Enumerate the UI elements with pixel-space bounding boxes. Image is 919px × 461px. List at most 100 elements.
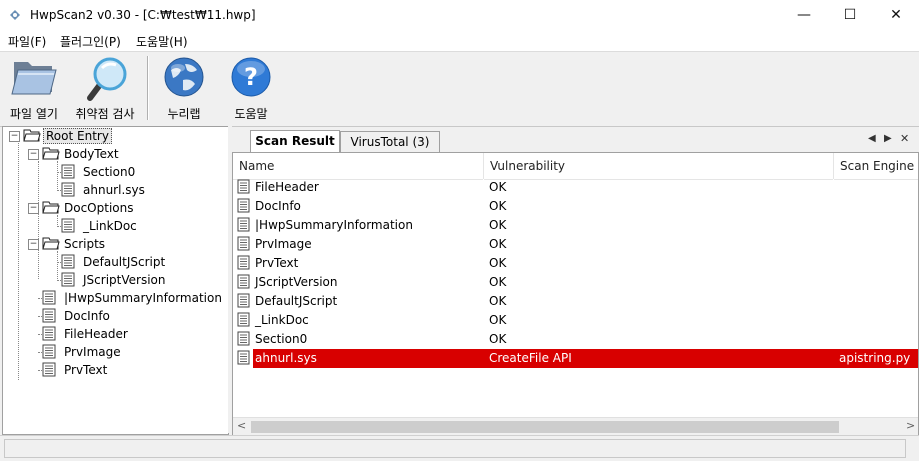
table-row[interactable]: JScriptVersion OK xyxy=(233,273,918,292)
stream-icon xyxy=(42,326,56,341)
cell-name: FileHeader xyxy=(255,180,319,194)
tree-label: PrvText xyxy=(64,363,108,377)
nurilab-button[interactable]: 누리랩 xyxy=(156,52,212,124)
tab-scan-result[interactable]: Scan Result xyxy=(250,130,340,152)
collapse-docoptions-toggle[interactable]: − xyxy=(28,203,39,214)
column-label: Scan Engine xyxy=(840,159,915,173)
menu-help[interactable]: 도움말(H) xyxy=(136,33,188,50)
stream-tree[interactable]: − − − − Root Entry BodyText Section0 ahn… xyxy=(2,126,229,435)
tab-virustotal[interactable]: VirusTotal (3) xyxy=(340,131,440,152)
tree-label: DocInfo xyxy=(64,309,110,323)
tree-label: JScriptVersion xyxy=(83,273,166,287)
cell-vulnerability: OK xyxy=(489,294,507,308)
table-row[interactable]: _LinkDoc OK xyxy=(233,311,918,330)
tab-next-icon[interactable]: ▶ xyxy=(884,133,892,144)
cell-vulnerability: OK xyxy=(489,313,507,327)
folder-icon xyxy=(42,147,60,160)
tree-label: BodyText xyxy=(64,147,119,161)
collapse-scripts-toggle[interactable]: − xyxy=(28,239,39,250)
column-header-scan-engine[interactable]: Scan Engine xyxy=(834,153,918,180)
table-row-alert[interactable]: ahnurl.sys CreateFile API apistring.py xyxy=(233,349,918,368)
tree-connector xyxy=(38,161,39,279)
table-row[interactable]: DefaultJScript OK xyxy=(233,292,918,311)
vuln-scan-button[interactable]: 취약점 검사 xyxy=(68,52,142,124)
close-button[interactable]: ✕ xyxy=(873,0,919,30)
status-bar xyxy=(0,435,919,461)
cell-name: DocInfo xyxy=(255,199,301,213)
cell-name: PrvImage xyxy=(255,237,312,251)
help-label: 도움말 xyxy=(234,107,268,121)
cell-vulnerability: OK xyxy=(489,180,507,194)
nurilab-label: 누리랩 xyxy=(167,107,201,121)
tree-label: Scripts xyxy=(64,237,106,251)
window-title: HwpScan2 v0.30 - [C:₩test₩11.hwp] xyxy=(30,8,256,22)
table-row[interactable]: PrvImage OK xyxy=(233,235,918,254)
stream-icon xyxy=(61,272,75,287)
stream-icon xyxy=(42,308,56,323)
stream-icon xyxy=(237,179,250,194)
folder-icon xyxy=(42,237,60,250)
collapse-root-toggle[interactable]: − xyxy=(9,131,20,142)
stream-icon xyxy=(237,255,250,270)
cell-name: DefaultJScript xyxy=(255,294,338,308)
scan-result-table[interactable]: Name Vulnerability Scan Engine FileHeade… xyxy=(232,152,919,436)
status-pane xyxy=(4,439,906,458)
column-header-vulnerability[interactable]: Vulnerability xyxy=(484,153,833,180)
open-file-button[interactable]: 파일 열기 xyxy=(4,52,64,124)
stream-icon xyxy=(237,350,250,365)
toolbar-separator xyxy=(147,56,149,120)
folder-icon xyxy=(42,201,60,214)
scroll-right-icon[interactable]: > xyxy=(906,419,915,432)
tree-label: DocOptions xyxy=(64,201,134,215)
stream-icon xyxy=(61,254,75,269)
tree-label: |HwpSummaryInformation xyxy=(64,291,222,305)
cell-vulnerability: OK xyxy=(489,199,507,213)
stream-icon xyxy=(237,274,250,289)
globe-icon xyxy=(164,57,204,97)
tab-prev-icon[interactable]: ◀ xyxy=(868,133,876,144)
folder-icon xyxy=(23,129,41,142)
help-button[interactable]: ? 도움말 xyxy=(224,52,278,124)
menu-plugin[interactable]: 플러그인(P) xyxy=(60,33,121,50)
tree-connector xyxy=(57,251,58,279)
tree-label: Section0 xyxy=(83,165,136,179)
tree-connector xyxy=(57,161,58,189)
scroll-left-icon[interactable]: < xyxy=(237,419,246,432)
cell-vulnerability: OK xyxy=(489,332,507,346)
scroll-thumb[interactable] xyxy=(251,421,839,433)
stream-icon xyxy=(237,198,250,213)
cell-name: Section0 xyxy=(255,332,308,346)
help-icon: ? xyxy=(231,57,271,97)
table-row[interactable]: PrvText OK xyxy=(233,254,918,273)
cell-vulnerability: OK xyxy=(489,275,507,289)
tree-label: PrvImage xyxy=(64,345,121,359)
tree-label: FileHeader xyxy=(64,327,128,341)
stream-icon xyxy=(42,344,56,359)
table-row[interactable]: FileHeader OK xyxy=(233,178,918,197)
table-row[interactable]: |HwpSummaryInformation OK xyxy=(233,216,918,235)
cell-vulnerability: OK xyxy=(489,218,507,232)
cell-vulnerability: CreateFile API xyxy=(489,351,572,365)
tree-label: ahnurl.sys xyxy=(83,183,145,197)
column-label: Vulnerability xyxy=(490,159,566,173)
tree-connector xyxy=(57,215,58,225)
minimize-button[interactable]: — xyxy=(781,0,827,30)
cell-engine: apistring.py xyxy=(839,351,911,365)
cell-name: ahnurl.sys xyxy=(255,351,317,365)
maximize-button[interactable]: ☐ xyxy=(827,0,873,30)
table-row[interactable]: DocInfo OK xyxy=(233,197,918,216)
stream-icon xyxy=(61,164,75,179)
column-header-name[interactable]: Name xyxy=(233,153,483,180)
tab-close-icon[interactable]: ✕ xyxy=(900,132,909,145)
menu-file[interactable]: 파일(F) xyxy=(8,33,46,50)
collapse-bodytext-toggle[interactable]: − xyxy=(28,149,39,160)
tree-label: _LinkDoc xyxy=(83,219,137,233)
cell-vulnerability: OK xyxy=(489,237,507,251)
stream-icon xyxy=(42,290,56,305)
horizontal-scrollbar[interactable]: < > xyxy=(233,417,918,435)
magnifier-icon xyxy=(87,57,127,101)
stream-icon xyxy=(237,331,250,346)
cell-name: PrvText xyxy=(255,256,299,270)
vuln-scan-label: 취약점 검사 xyxy=(75,107,135,121)
table-row[interactable]: Section0 OK xyxy=(233,330,918,349)
